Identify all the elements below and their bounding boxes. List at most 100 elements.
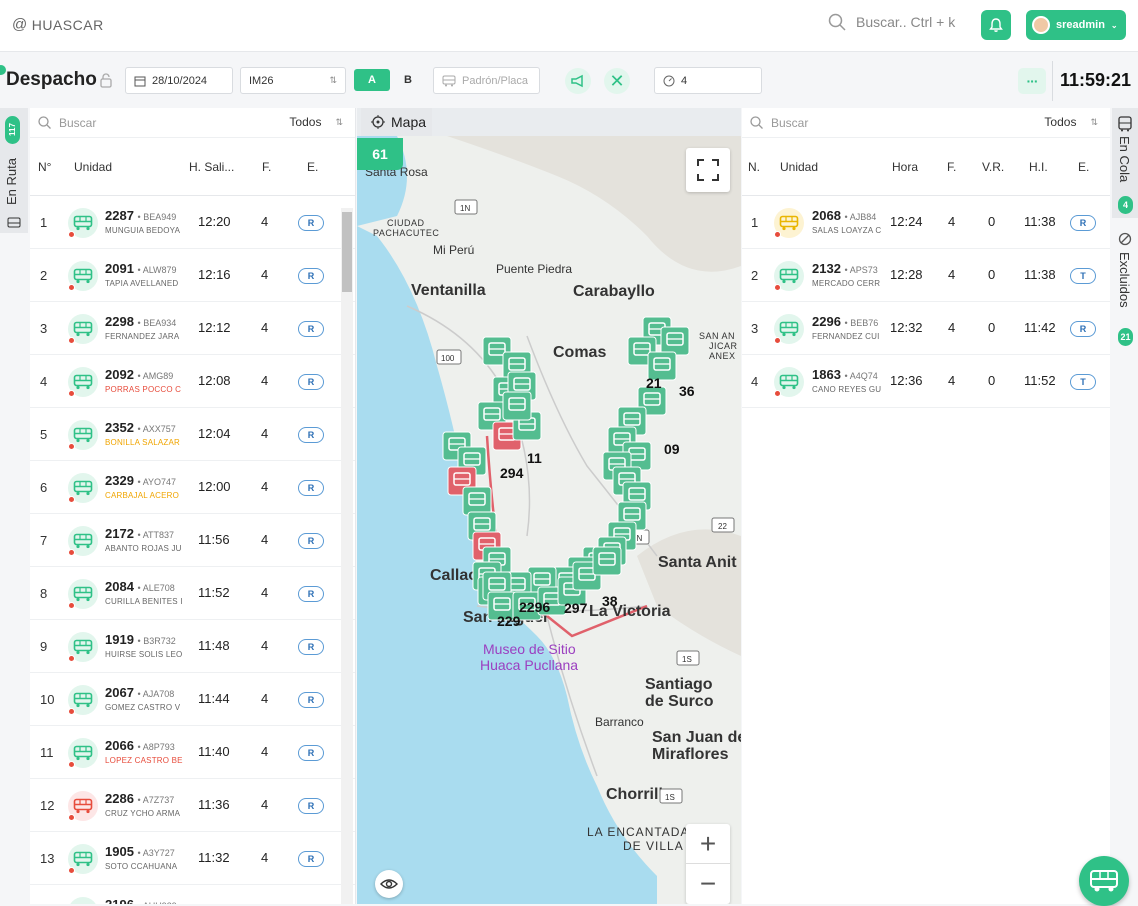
col-hora[interactable]: Hora bbox=[892, 160, 918, 174]
table-row[interactable]: 4 2092 • AMG89 PORRAS POCCO C 12:08 4 R bbox=[30, 355, 355, 408]
col-f[interactable]: F. bbox=[947, 160, 956, 174]
table-row[interactable]: 11 2066 • A8P793 LOPEZ CASTRO BE 11:40 4 R bbox=[30, 726, 355, 779]
more-options-button[interactable]: ··· bbox=[1018, 68, 1046, 94]
exit-time: 12:08 bbox=[198, 373, 231, 388]
en-ruta-search[interactable]: Buscar Todos ⇅ bbox=[30, 108, 355, 138]
dispatch-fab-button[interactable] bbox=[1079, 856, 1129, 906]
side-b-button[interactable]: B bbox=[390, 69, 426, 91]
table-row[interactable]: 2 2091 • ALW879 TAPIA AVELLANED 12:16 4 R bbox=[30, 249, 355, 302]
status-badge[interactable]: T bbox=[1070, 268, 1096, 284]
col-f[interactable]: F. bbox=[262, 160, 271, 174]
unit-info: 2329 • AYO747 CARBAJAL ACERO bbox=[105, 473, 185, 500]
table-row[interactable]: 1 2068 • AJB84 SALAS LOAYZA C 12:24 4 0 11:38 R bbox=[742, 196, 1110, 249]
tab-en-ruta[interactable]: 117 En Ruta bbox=[0, 108, 28, 233]
table-row[interactable]: 4 1863 • A4Q74 CANO REYES GU 12:36 4 0 11:52 T bbox=[742, 355, 1110, 408]
announce-button[interactable] bbox=[565, 68, 591, 94]
col-hi[interactable]: H.I. bbox=[1029, 160, 1048, 174]
status-badge[interactable]: R bbox=[298, 851, 324, 867]
date-value: 28/10/2024 bbox=[152, 74, 208, 87]
en-cola-count-badge: 4 bbox=[1118, 196, 1133, 214]
map-count-badge: 61 bbox=[357, 138, 403, 170]
driver-name: MUNGUIA BEDOYA bbox=[105, 226, 181, 235]
exit-time: 12:00 bbox=[198, 479, 231, 494]
en-cola-search[interactable]: Buscar Todos ⇅ bbox=[742, 108, 1110, 138]
bus-icon bbox=[68, 526, 98, 556]
user-menu[interactable]: sreadmin ⌄ bbox=[1026, 10, 1126, 40]
tab-excluidos[interactable]: Excluidos 21 bbox=[1112, 224, 1138, 356]
status-badge[interactable]: R bbox=[298, 215, 324, 231]
status-badge[interactable]: T bbox=[1070, 374, 1096, 390]
map-label-puente-piedra: Puente Piedra bbox=[496, 262, 572, 276]
col-n[interactable]: N° bbox=[38, 160, 51, 174]
status-badge[interactable]: R bbox=[298, 427, 324, 443]
map-canvas[interactable]: Santa Rosa CIUDAD PACHACUTEC Mi Perú Pue… bbox=[357, 136, 741, 904]
status-badge[interactable]: R bbox=[298, 374, 324, 390]
table-row[interactable]: 8 2084 • ALE708 CURILLA BENITES I 11:52 4 R bbox=[30, 567, 355, 620]
status-badge[interactable]: R bbox=[298, 586, 324, 602]
table-row[interactable]: 10 2067 • AJA708 GOMEZ CASTRO V 11:44 4 R bbox=[30, 673, 355, 726]
brand[interactable]: @ HUASCAR bbox=[12, 16, 104, 33]
bus-marker[interactable] bbox=[592, 546, 622, 576]
plate-search-input[interactable]: Padrón/Placa bbox=[433, 67, 540, 94]
status-badge[interactable]: R bbox=[298, 692, 324, 708]
map-label-encantada: LA ENCANTADA bbox=[587, 825, 689, 839]
bus-marker[interactable] bbox=[502, 391, 532, 421]
status-dot bbox=[68, 549, 75, 556]
table-row[interactable]: 13 1905 • A3Y727 SOTO CCAHUANA 11:32 4 R bbox=[30, 832, 355, 885]
bus-marker[interactable] bbox=[660, 326, 690, 356]
col-exit-time[interactable]: H. Sali... bbox=[189, 160, 234, 174]
status-badge[interactable]: R bbox=[1070, 215, 1096, 231]
en-cola-filter-select[interactable]: Todos ⇅ bbox=[1044, 115, 1098, 129]
col-e[interactable]: E. bbox=[1078, 160, 1089, 174]
status-badge[interactable]: R bbox=[298, 321, 324, 337]
unit-info: 2092 • AMG89 PORRAS POCCO C bbox=[105, 367, 185, 394]
status-badge[interactable]: R bbox=[298, 480, 324, 496]
zoom-in-button[interactable]: + bbox=[686, 824, 730, 864]
table-row[interactable]: 3 2298 • BEA934 FERNANDEZ JARA 12:12 4 R bbox=[30, 302, 355, 355]
status-badge[interactable]: R bbox=[298, 639, 324, 655]
table-row[interactable]: 3 2296 • BEB76 FERNANDEZ CUI 12:32 4 0 11:42 R bbox=[742, 302, 1110, 355]
lock-icon[interactable] bbox=[98, 72, 114, 88]
col-unit[interactable]: Unidad bbox=[74, 160, 112, 174]
table-row[interactable]: 142196 • AUU93911:284R bbox=[30, 885, 355, 904]
table-row[interactable]: 5 2352 • AXX757 BONILLA SALAZAR 12:04 4 R bbox=[30, 408, 355, 461]
status-badge[interactable]: R bbox=[298, 745, 324, 761]
col-unit[interactable]: Unidad bbox=[780, 160, 818, 174]
status-badge[interactable]: R bbox=[1070, 321, 1096, 337]
bus-marker[interactable] bbox=[462, 486, 492, 516]
scrollbar[interactable] bbox=[341, 208, 353, 904]
table-row[interactable]: 1 2287 • BEA949 MUNGUIA BEDOYA 12:20 4 R bbox=[30, 196, 355, 249]
side-toggle[interactable]: A B bbox=[354, 69, 426, 91]
table-row[interactable]: 2 2132 • APS73 MERCADO CERR 12:28 4 0 11:38 T bbox=[742, 249, 1110, 302]
page-title: Despacho bbox=[6, 69, 97, 90]
en-cola-table-body: 1 2068 • AJB84 SALAS LOAYZA C 12:24 4 0 11:38 R… bbox=[742, 196, 1110, 408]
zoom-out-button[interactable]: − bbox=[686, 864, 730, 904]
status-badge[interactable]: R bbox=[298, 798, 324, 814]
global-search[interactable]: Buscar.. Ctrl + k bbox=[828, 13, 955, 31]
visibility-toggle[interactable] bbox=[375, 870, 403, 898]
en-ruta-filter-select[interactable]: Todos ⇅ bbox=[289, 115, 343, 129]
date-picker[interactable]: 28/10/2024 bbox=[125, 67, 233, 94]
route-select[interactable]: IM26 ⇅ bbox=[240, 67, 346, 94]
scrollbar-thumb[interactable] bbox=[342, 212, 352, 292]
table-row[interactable]: 7 2172 • ATT837 ABANTO ROJAS JU 11:56 4 R bbox=[30, 514, 355, 567]
table-row[interactable]: 6 2329 • AYO747 CARBAJAL ACERO 12:00 4 R bbox=[30, 461, 355, 514]
close-button[interactable]: ✕ bbox=[604, 68, 630, 94]
tab-en-cola[interactable]: En Cola 4 bbox=[1112, 108, 1138, 218]
exit-time: 11:44 bbox=[198, 691, 230, 706]
row-number: 4 bbox=[40, 374, 48, 389]
svg-text:1S: 1S bbox=[682, 655, 692, 664]
col-e[interactable]: E. bbox=[307, 160, 318, 174]
frequency-input[interactable]: 4 bbox=[654, 67, 762, 94]
tab-mapa[interactable]: Mapa bbox=[361, 108, 432, 136]
status-badge[interactable]: R bbox=[298, 268, 324, 284]
fullscreen-button[interactable] bbox=[686, 148, 730, 192]
row-number: 6 bbox=[40, 480, 48, 495]
notifications-button[interactable] bbox=[981, 10, 1011, 40]
col-n[interactable]: N. bbox=[748, 160, 760, 174]
table-row[interactable]: 9 1919 • B3R732 HUIRSE SOLIS LEO 11:48 4 R bbox=[30, 620, 355, 673]
side-a-button[interactable]: A bbox=[354, 69, 390, 91]
table-row[interactable]: 12 2286 • A7Z737 CRUZ YCHO ARMA 11:36 4 R bbox=[30, 779, 355, 832]
status-badge[interactable]: R bbox=[298, 533, 324, 549]
col-vr[interactable]: V.R. bbox=[982, 160, 1004, 174]
